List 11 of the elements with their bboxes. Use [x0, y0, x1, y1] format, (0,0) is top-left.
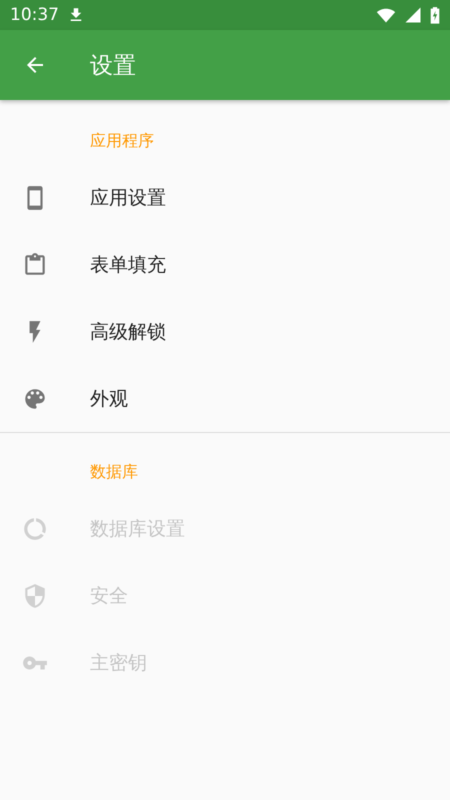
ring-icon	[22, 516, 48, 542]
battery-icon	[430, 6, 440, 24]
settings-item[interactable]: 表单填充	[0, 231, 450, 298]
section-header: 应用程序	[90, 131, 154, 150]
screen-title: 设置	[90, 52, 136, 80]
settings-item[interactable]: 应用设置	[0, 164, 450, 231]
section-header: 数据库	[90, 462, 138, 481]
status-time: 10:37	[10, 5, 59, 25]
settings-item[interactable]: 外观	[0, 365, 450, 432]
settings-item[interactable]: 高级解锁	[0, 298, 450, 365]
signal-icon	[404, 6, 422, 24]
